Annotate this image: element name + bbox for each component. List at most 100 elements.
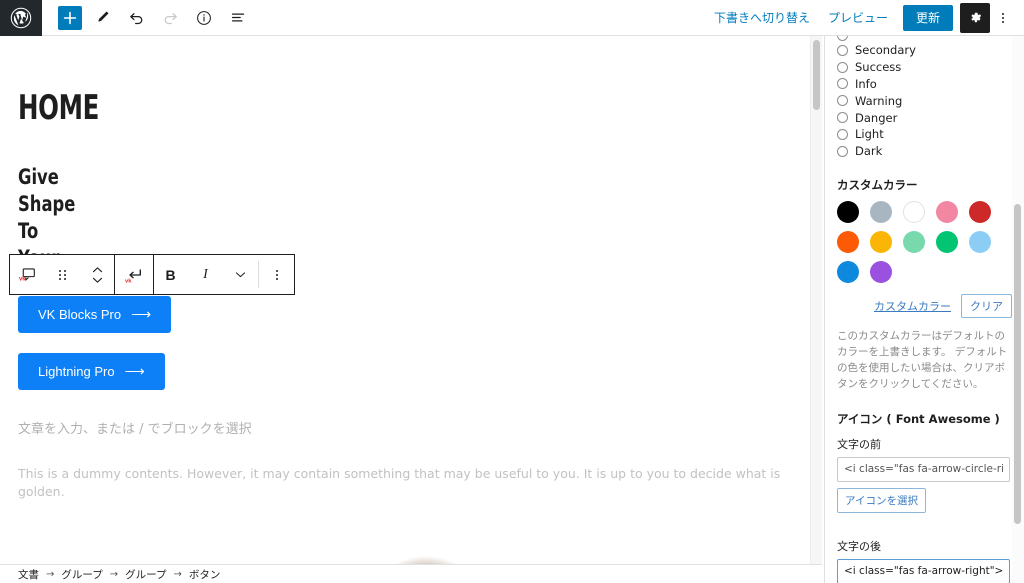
swatch-placeholder: [969, 261, 991, 283]
breadcrumb-item-button[interactable]: ボタン: [189, 567, 221, 582]
svg-text:vk: vk: [19, 276, 26, 282]
breadcrumb-item-document[interactable]: 文書: [18, 567, 39, 582]
after-text-input[interactable]: [837, 558, 1010, 583]
style-option-info[interactable]: Info: [837, 76, 1012, 93]
drag-dots-icon: [59, 269, 66, 280]
edit-tool-button[interactable]: [88, 4, 116, 32]
lightning-pro-button[interactable]: Lightning Pro ⟶: [18, 352, 165, 390]
color-swatch-black[interactable]: [837, 200, 859, 223]
details-button[interactable]: [190, 4, 218, 32]
breadcrumb-separator: →: [109, 568, 119, 580]
chevron-down-icon[interactable]: [223, 255, 258, 294]
breadcrumb-item-group-2[interactable]: グループ: [125, 567, 166, 582]
canvas-scrollbar[interactable]: [810, 36, 822, 564]
style-option-label: Dark: [855, 144, 883, 159]
hero-line: Shape: [18, 191, 76, 216]
radio-icon: [837, 95, 848, 107]
style-option-dark[interactable]: Dark: [837, 143, 1012, 160]
paragraph-placeholder[interactable]: 文章を入力、または / でブロックを選択: [18, 418, 804, 437]
svg-text:vk: vk: [125, 278, 132, 283]
photo-hair-detail: [250, 528, 550, 564]
drag-handle[interactable]: [45, 255, 80, 294]
breadcrumb-separator: →: [173, 568, 182, 580]
style-option-label: Success: [855, 60, 902, 75]
bold-button[interactable]: B: [153, 255, 188, 294]
radio-icon: [837, 36, 848, 41]
color-swatch-emerald[interactable]: [936, 230, 958, 253]
clear-button[interactable]: クリア: [961, 293, 1012, 318]
custom-color-link[interactable]: カスタムカラー: [874, 298, 951, 314]
style-option-row[interactable]: [837, 36, 848, 42]
radio-icon: [837, 145, 848, 157]
style-option-label: Secondary: [855, 43, 916, 58]
italic-button[interactable]: I: [188, 255, 223, 294]
editor-top-bar: 下書きへ切り替え プレビュー 更新: [0, 0, 1024, 36]
style-option-danger[interactable]: Danger: [837, 109, 1012, 126]
color-swatch-orange[interactable]: [837, 230, 859, 253]
block-options-button[interactable]: [259, 255, 294, 294]
move-updown-button[interactable]: [80, 255, 115, 294]
radio-icon: [837, 128, 848, 140]
switch-to-draft-link[interactable]: 下書きへ切り替え: [705, 0, 819, 36]
undo-button[interactable]: [122, 4, 150, 32]
style-option-label: Light: [855, 127, 884, 142]
block-type-button[interactable]: vk: [10, 255, 45, 294]
color-swatch-gray-blue[interactable]: [870, 200, 892, 223]
color-swatch-white[interactable]: [903, 200, 925, 223]
breadcrumb: 文書 → グループ → グループ → ボタン: [0, 564, 822, 583]
breadcrumb-item-group-1[interactable]: グループ: [61, 567, 102, 582]
style-option-label: Danger: [855, 110, 898, 125]
before-text-input[interactable]: [837, 456, 1010, 482]
arrow-right-icon: ⟶: [131, 306, 152, 322]
radio-row-partial[interactable]: [837, 36, 848, 42]
hero-line: Give: [18, 165, 59, 189]
style-option-clipped: [837, 36, 1012, 42]
sidebar-scrollbar[interactable]: [1012, 36, 1024, 583]
color-swatch-grid: [837, 200, 995, 283]
more-vertical-icon: [275, 269, 278, 280]
style-option-label: Warning: [855, 93, 903, 108]
preview-link[interactable]: プレビュー: [819, 0, 897, 36]
hero-photo: [18, 528, 804, 564]
top-bar-actions: 下書きへ切り替え プレビュー 更新: [705, 0, 1024, 36]
redo-button[interactable]: [156, 4, 184, 32]
cta-button-group: VK Blocks Pro ⟶ Lightning Pro ⟶: [18, 284, 804, 390]
canvas-scrollbar-thumb[interactable]: [813, 40, 820, 110]
button-block-icon[interactable]: vk: [114, 254, 154, 295]
before-text-label: 文字の前: [837, 437, 881, 451]
vk-blocks-pro-button[interactable]: VK Blocks Pro ⟶: [18, 295, 172, 333]
custom-color-actions: カスタムカラー クリア: [837, 293, 1012, 318]
gear-icon[interactable]: [960, 2, 990, 33]
wordpress-logo-icon[interactable]: [0, 0, 42, 36]
custom-color-note: このカスタムカラーはデフォルトのカラーを上書きします。 デフォルトの色を使用した…: [837, 329, 1008, 391]
editor-canvas: HOME Give Shape To Your VK Blocks Pro ⟶ …: [0, 36, 822, 564]
sidebar-content: Secondary Success Info Warning Danger Li…: [825, 36, 1024, 583]
color-swatch-amber[interactable]: [870, 230, 892, 253]
color-swatch-mint[interactable]: [903, 230, 925, 253]
sidebar-scrollbar-thumb[interactable]: [1014, 204, 1021, 524]
radio-icon: [837, 112, 848, 124]
update-button[interactable]: 更新: [902, 4, 953, 31]
more-vertical-icon[interactable]: [990, 3, 1016, 33]
color-swatch-red[interactable]: [969, 200, 991, 223]
style-option-secondary[interactable]: Secondary: [837, 42, 1012, 59]
color-swatch-pink[interactable]: [936, 200, 958, 223]
before-select-icon-button[interactable]: アイコンを選択: [837, 487, 926, 513]
swatch-placeholder: [903, 261, 925, 283]
color-swatch-light-blue[interactable]: [969, 230, 991, 253]
style-option-success[interactable]: Success: [837, 59, 1012, 76]
wordpress-block-editor: 下書きへ切り替え プレビュー 更新 HOME Give Shape To You…: [0, 0, 1024, 583]
list-view-button[interactable]: [224, 4, 252, 32]
swatch-placeholder: [936, 261, 958, 283]
style-option-warning[interactable]: Warning: [837, 92, 1012, 109]
button-label: Lightning Pro: [38, 363, 115, 379]
dummy-paragraph[interactable]: This is a dummy contents. However, it ma…: [18, 465, 804, 503]
icon-section-title: アイコン ( Font Awesome ): [837, 411, 1000, 426]
color-swatch-blue[interactable]: [837, 260, 859, 283]
style-option-light[interactable]: Light: [837, 126, 1012, 143]
add-block-button[interactable]: [58, 5, 82, 30]
block-toolbar-format: B I: [153, 255, 258, 294]
color-swatch-purple[interactable]: [870, 260, 892, 283]
button-label: VK Blocks Pro: [38, 306, 122, 322]
page-title: HOME: [18, 88, 99, 128]
